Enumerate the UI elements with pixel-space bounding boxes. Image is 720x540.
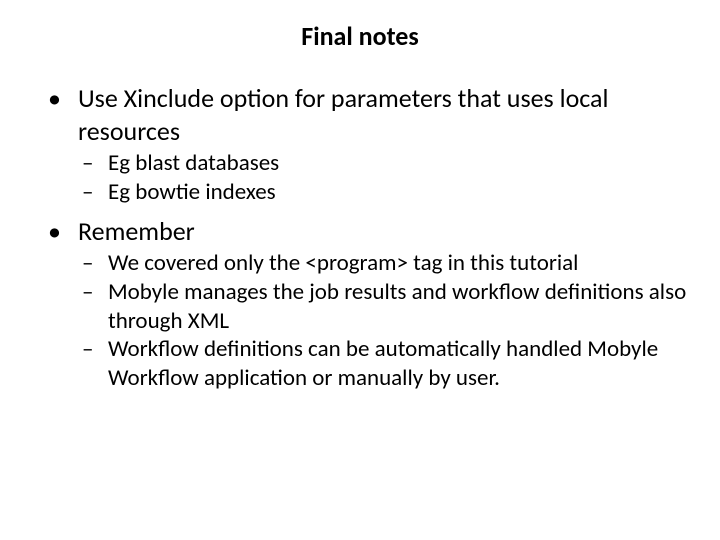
dash-mark: – [82,335,108,393]
list-item-text: Eg blast databases [108,149,279,178]
dash-mark: – [82,278,108,336]
dash-mark: – [82,249,108,278]
list-item: – Mobyle manages the job results and wor… [82,278,690,336]
list-item-text: Eg bowtie indexes [108,178,276,207]
list-item-text: Remember [78,215,195,248]
list-item-text: Use Xinclude option for parameters that … [78,82,690,147]
list-item: – Eg blast databases [82,149,690,178]
bullet-mark: • [48,215,78,248]
list-item: • Use Xinclude option for parameters tha… [48,82,690,147]
list-item: – Eg bowtie indexes [82,178,690,207]
list-item: – We covered only the <program> tag in t… [82,249,690,278]
list-item-text: Mobyle manages the job results and workf… [108,278,690,336]
list-item: – Workflow definitions can be automatica… [82,335,690,393]
dash-mark: – [82,149,108,178]
list-item: • Remember [48,215,690,248]
list-item-text: We covered only the <program> tag in thi… [108,249,578,278]
bullet-mark: • [48,82,78,147]
list-item-text: Workflow definitions can be automaticall… [108,335,690,393]
slide-title: Final notes [30,20,690,52]
dash-mark: – [82,178,108,207]
